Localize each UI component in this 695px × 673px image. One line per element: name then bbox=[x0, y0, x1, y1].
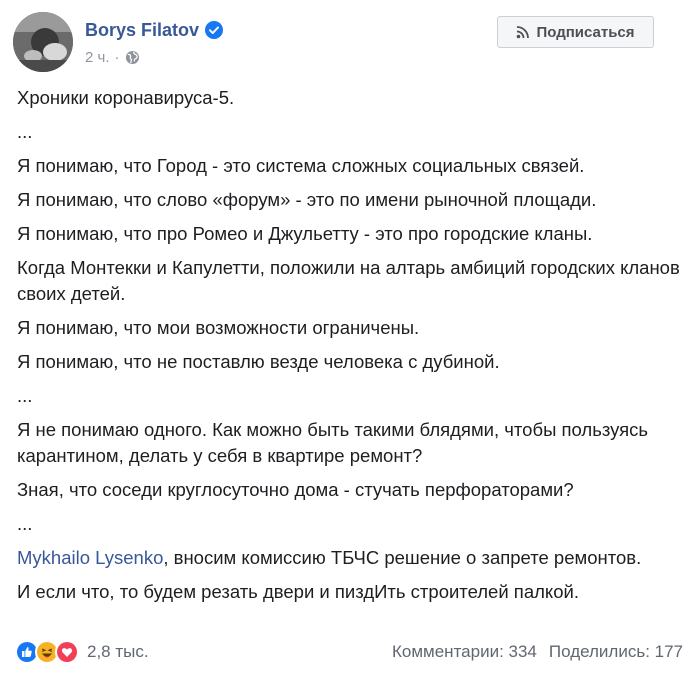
post-paragraph: И если что, то будем резать двери и пизд… bbox=[17, 581, 579, 602]
post-paragraph: ... bbox=[17, 385, 33, 406]
author-name[interactable]: Borys Filatov bbox=[85, 20, 199, 41]
post-paragraph: Я понимаю, что Город - это система сложн… bbox=[17, 155, 585, 176]
reactions-summary[interactable]: 2,8 тыс. bbox=[15, 640, 149, 664]
meta-separator: · bbox=[114, 49, 120, 66]
verified-badge-icon bbox=[205, 21, 224, 39]
post-paragraph: Я понимаю, что мои возможности ограничен… bbox=[17, 317, 420, 338]
post-meta: 2 ч. · bbox=[85, 49, 140, 66]
post-paragraph-mention: Mykhailo Lysenko, вносим комиссию ТБЧС р… bbox=[17, 545, 682, 571]
love-icon bbox=[55, 640, 79, 664]
shares-count-link[interactable]: Поделились: 177 bbox=[549, 642, 683, 662]
post-paragraph: Я понимаю, что про Ромео и Джульетту - э… bbox=[17, 223, 593, 244]
post-body: Хроники коронавируса-5. ... Я понимаю, ч… bbox=[17, 85, 682, 613]
globe-icon[interactable] bbox=[125, 50, 140, 65]
user-mention-link[interactable]: Mykhailo Lysenko bbox=[17, 547, 163, 568]
post-paragraph: Зная, что соседи круглосуточно дома - ст… bbox=[17, 479, 574, 500]
post-paragraph: ... bbox=[17, 121, 33, 142]
subscribe-label: Подписаться bbox=[536, 23, 635, 41]
post-paragraph: Хроники коронавируса-5. bbox=[17, 87, 235, 108]
post-paragraph: Я не понимаю одного. Как можно быть таки… bbox=[17, 419, 649, 466]
post-paragraph: Я понимаю, что не поставлю везде человек… bbox=[17, 351, 500, 372]
post-paragraph: ... bbox=[17, 513, 33, 534]
post-timestamp[interactable]: 2 ч. bbox=[85, 49, 110, 66]
avatar[interactable] bbox=[13, 12, 73, 72]
post-header: Borys Filatov 2 ч. · Подписаться bbox=[13, 12, 683, 72]
comments-count-link[interactable]: Комментарии: 334 bbox=[392, 642, 537, 662]
mention-text: , вносим комиссию ТБЧС решение о запрете… bbox=[163, 547, 642, 568]
post-footer: 2,8 тыс. Комментарии: 334 Поделились: 17… bbox=[15, 640, 683, 666]
reaction-count: 2,8 тыс. bbox=[87, 642, 149, 661]
post-paragraph: Когда Монтекки и Капулетти, положили на … bbox=[17, 257, 680, 304]
post-stats: Комментарии: 334 Поделились: 177 bbox=[392, 642, 683, 662]
facebook-post: Borys Filatov 2 ч. · Подписаться Хроники… bbox=[0, 0, 695, 673]
rss-icon bbox=[516, 25, 530, 39]
subscribe-button[interactable]: Подписаться bbox=[497, 16, 654, 48]
author-row: Borys Filatov bbox=[85, 18, 224, 42]
post-paragraph: Я понимаю, что слово «форум» - это по им… bbox=[17, 189, 597, 210]
